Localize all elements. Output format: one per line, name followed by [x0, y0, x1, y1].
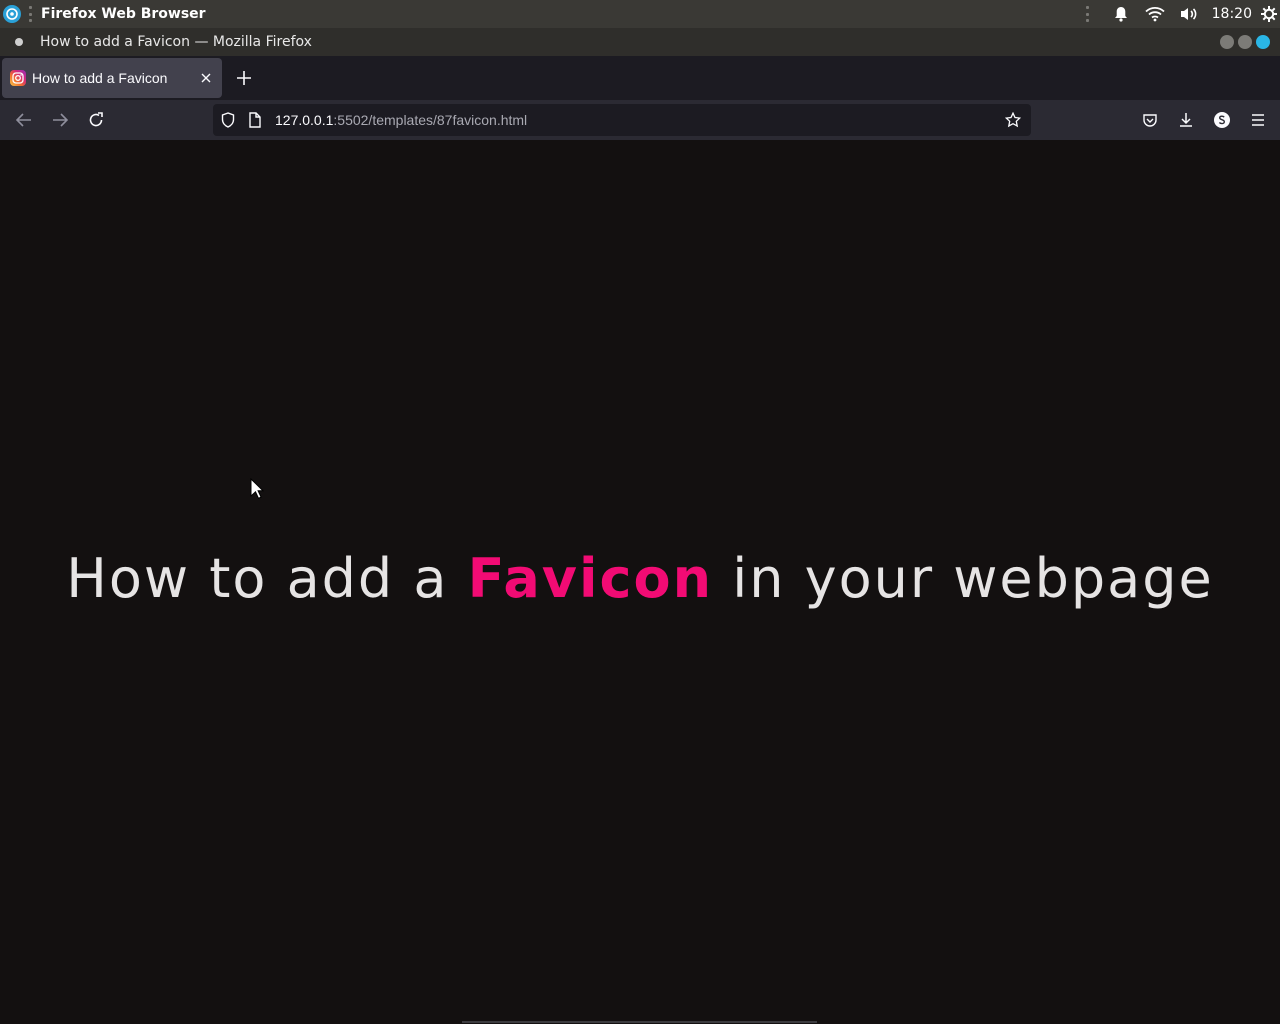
- account-avatar-icon[interactable]: [1206, 104, 1238, 136]
- maximize-window-icon[interactable]: [1238, 35, 1252, 49]
- page-info-icon[interactable]: [249, 112, 267, 128]
- window-title-bar[interactable]: How to add a Favicon — Mozilla Firefox: [0, 28, 1280, 56]
- tab-label: How to add a Favicon: [32, 70, 168, 86]
- headline-text-before: How to add a: [66, 547, 468, 610]
- os-logo-icon[interactable]: [3, 5, 21, 23]
- plus-icon[interactable]: [228, 62, 260, 94]
- active-app-name[interactable]: Firefox Web Browser: [41, 6, 1086, 22]
- navigation-toolbar: 127.0.0.1:5502/templates/87favicon.html: [0, 100, 1280, 140]
- close-tab-icon[interactable]: [194, 66, 218, 90]
- notification-bell-icon[interactable]: [1110, 0, 1132, 28]
- back-arrow-icon[interactable]: [8, 104, 40, 136]
- page-content: How to add a Favicon in your webpage: [0, 140, 1280, 1024]
- download-icon[interactable]: [1170, 104, 1202, 136]
- headline-highlight: Favicon: [467, 547, 714, 610]
- page-headline: How to add a Favicon in your webpage: [0, 544, 1280, 614]
- instagram-icon: [10, 70, 26, 86]
- tab-strip: How to add a Favicon: [0, 56, 1280, 100]
- tracking-protection-shield-icon[interactable]: [221, 112, 239, 128]
- pocket-icon[interactable]: [1134, 104, 1166, 136]
- url-path: :5502/templates/87favicon.html: [333, 112, 528, 128]
- bookmark-star-icon[interactable]: [1005, 112, 1025, 128]
- headline-text-after: in your webpage: [713, 547, 1214, 610]
- wifi-icon[interactable]: [1144, 0, 1166, 28]
- drag-handle-icon: [1085, 6, 1090, 22]
- url-host: 127.0.0.1: [275, 112, 334, 128]
- close-window-icon[interactable]: [1256, 35, 1270, 49]
- hamburger-menu-icon[interactable]: [1242, 104, 1274, 136]
- settings-gear-icon[interactable]: [1258, 0, 1280, 28]
- forward-arrow-icon[interactable]: [44, 104, 76, 136]
- window-title: How to add a Favicon — Mozilla Firefox: [40, 34, 312, 50]
- url-bar[interactable]: 127.0.0.1:5502/templates/87favicon.html: [213, 104, 1031, 136]
- system-top-bar: Firefox Web Browser 18:20: [0, 0, 1280, 28]
- reload-icon[interactable]: [80, 104, 112, 136]
- minimize-window-icon[interactable]: [1220, 35, 1234, 49]
- bottom-scroll-indicator: [462, 1021, 817, 1023]
- drag-handle-icon: [29, 6, 33, 22]
- volume-icon[interactable]: [1178, 0, 1200, 28]
- url-text[interactable]: 127.0.0.1:5502/templates/87favicon.html: [275, 112, 1005, 128]
- system-clock[interactable]: 18:20: [1212, 6, 1252, 22]
- window-menu-dot-icon[interactable]: [15, 38, 23, 46]
- tab-how-to-add-a-favicon[interactable]: How to add a Favicon: [2, 58, 222, 98]
- mouse-cursor-icon: [250, 477, 265, 505]
